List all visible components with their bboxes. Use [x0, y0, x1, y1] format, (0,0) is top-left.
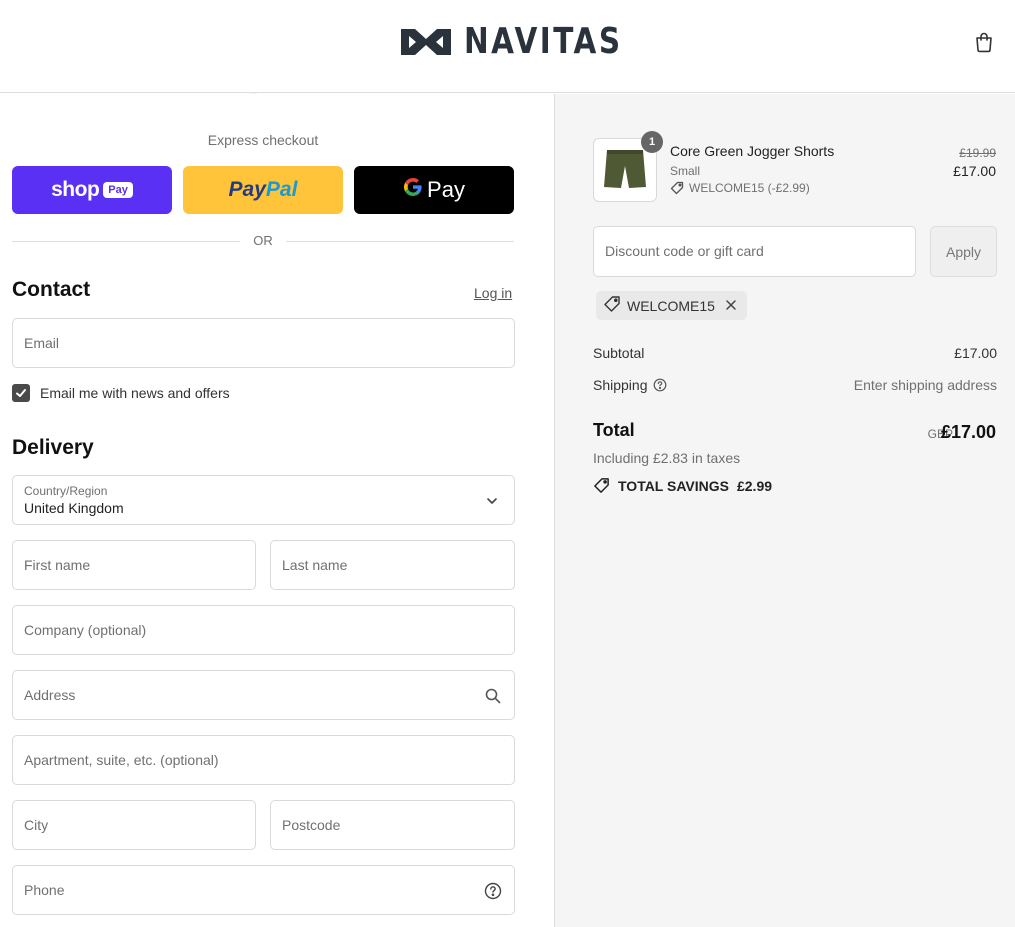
shopping-bag-icon[interactable] [972, 30, 996, 54]
help-circle-icon[interactable] [484, 882, 502, 900]
google-pay-button[interactable]: Pay [354, 166, 514, 214]
shipping-row: Shipping Enter shipping address [593, 377, 997, 397]
brand-logo[interactable]: NAVITAS [398, 22, 657, 62]
city-field[interactable]: City [12, 800, 256, 850]
country-value: United Kingdom [24, 500, 124, 516]
country-label: Country/Region [24, 484, 108, 498]
discount-code-input[interactable]: Discount code or gift card [593, 226, 916, 277]
brand-name: NAVITAS [464, 21, 623, 62]
apply-discount-button[interactable]: Apply [930, 226, 997, 277]
tag-icon [670, 181, 684, 195]
phone-placeholder: Phone [24, 882, 65, 898]
checkout-form: Express checkout shop Pay PayPal Pay OR … [0, 94, 554, 927]
google-pay-label: Pay [427, 177, 465, 202]
company-placeholder: Company (optional) [24, 622, 147, 638]
last-name-placeholder: Last name [282, 557, 348, 573]
product-name: Core Green Jogger Shorts [670, 143, 835, 159]
applied-discount-code: WELCOME15 [627, 297, 715, 314]
paypal-pay: Pay [228, 178, 266, 201]
order-summary: 1 Core Green Jogger Shorts Small WELCOME… [554, 94, 1015, 927]
site-header: NAVITAS [0, 0, 1015, 93]
postcode-placeholder: Postcode [282, 817, 341, 833]
divider-line [286, 241, 514, 242]
total-value: £17.00 [940, 422, 996, 442]
phone-field[interactable]: Phone [12, 865, 515, 915]
paypal-button[interactable]: PayPal [183, 166, 343, 214]
product-discount: WELCOME15 (-£2.99) [670, 181, 810, 195]
newsletter-checkbox[interactable] [12, 384, 30, 402]
navitas-logo-icon [401, 29, 451, 55]
google-g-icon [403, 177, 423, 203]
quantity-badge: 1 [641, 131, 663, 153]
shipping-label-group: Shipping [593, 377, 667, 393]
product-variant: Small [670, 164, 701, 178]
tag-icon [594, 478, 609, 493]
search-icon [484, 687, 502, 705]
paypal-pal: Pal [265, 178, 298, 201]
shop-pay-wordmark: shop [51, 178, 100, 201]
email-field[interactable]: Email [12, 318, 515, 368]
first-name-field[interactable]: First name [12, 540, 256, 590]
delivery-heading: Delivery [12, 436, 94, 459]
address-placeholder: Address [24, 687, 76, 703]
apartment-field[interactable]: Apartment, suite, etc. (optional) [12, 735, 515, 785]
subtotal-value: £17.00 [954, 345, 997, 361]
item-price: £17.00 [953, 163, 996, 179]
contact-heading: Contact [12, 278, 91, 301]
total-label: Total [593, 420, 635, 440]
shipping-value: Enter shipping address [853, 377, 997, 393]
or-label: OR [253, 233, 273, 248]
or-divider: OR [12, 232, 514, 250]
chevron-down-icon [484, 493, 502, 511]
express-checkout-title: Express checkout [207, 132, 319, 148]
newsletter-option[interactable]: Email me with news and offers [12, 383, 230, 403]
product-discount-text: WELCOME15 (-£2.99) [689, 181, 810, 195]
city-placeholder: City [24, 817, 49, 833]
login-link[interactable]: Log in [474, 285, 512, 301]
apartment-placeholder: Apartment, suite, etc. (optional) [24, 752, 219, 768]
tag-icon [603, 295, 621, 316]
tax-note: Including £2.83 in taxes [593, 450, 741, 466]
help-circle-icon[interactable] [653, 378, 667, 392]
savings-value: £2.99 [736, 477, 773, 494]
first-name-placeholder: First name [24, 557, 91, 573]
subtotal-row: Subtotal £17.00 [593, 345, 997, 365]
postcode-field[interactable]: Postcode [270, 800, 515, 850]
original-price: £19.99 [959, 146, 996, 160]
email-placeholder: Email [24, 335, 60, 351]
last-name-field[interactable]: Last name [270, 540, 515, 590]
savings-label: TOTAL SAVINGS [618, 477, 729, 494]
divider-line [12, 241, 240, 242]
newsletter-label: Email me with news and offers [40, 385, 230, 401]
shop-pay-badge: Pay [103, 182, 133, 198]
total-savings: TOTAL SAVINGS £2.99 [593, 477, 772, 494]
paypal-wordmark: PayPal [229, 178, 298, 202]
close-icon[interactable] [725, 298, 737, 314]
shipping-label: Shipping [593, 377, 648, 393]
address-field[interactable]: Address [12, 670, 515, 720]
company-field[interactable]: Company (optional) [12, 605, 515, 655]
checkmark-icon [16, 389, 26, 397]
discount-placeholder: Discount code or gift card [605, 243, 764, 259]
subtotal-label: Subtotal [593, 345, 645, 361]
applied-discount-chip: WELCOME15 [596, 291, 747, 320]
country-select[interactable]: Country/Region United Kingdom [12, 475, 515, 525]
shop-pay-button[interactable]: shop Pay [12, 166, 172, 214]
